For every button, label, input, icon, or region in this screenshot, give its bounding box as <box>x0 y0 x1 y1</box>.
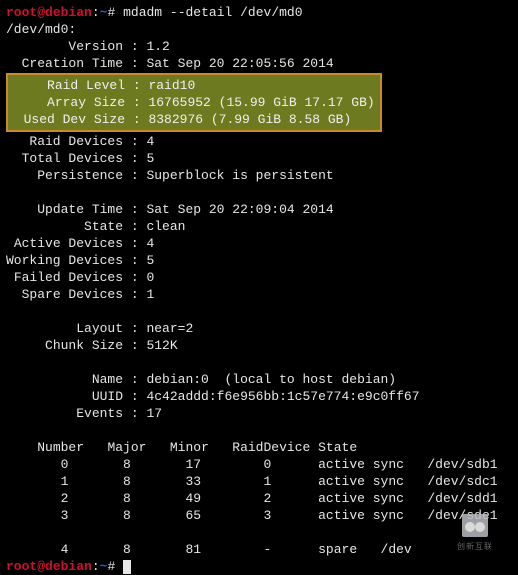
prompt-line-2[interactable]: root@debian:~# <box>6 558 512 575</box>
field-layout: Layout : near=2 <box>6 320 512 337</box>
table-row-spare: 4 8 81 - spare /dev <box>6 541 512 558</box>
watermark-icon <box>462 514 488 537</box>
field-persistence: Persistence : Superblock is persistent <box>6 167 512 184</box>
field-total-devices: Total Devices : 5 <box>6 150 512 167</box>
table-row: 3 8 65 3 active sync /dev/sde1 <box>6 507 512 524</box>
table-row: 1 8 33 1 active sync /dev/sdc1 <box>6 473 512 490</box>
field-update-time: Update Time : Sat Sep 20 22:09:04 2014 <box>6 201 512 218</box>
command-text: mdadm --detail /dev/md0 <box>123 5 302 20</box>
field-name: Name : debian:0 (local to host debian) <box>6 371 512 388</box>
device-line: /dev/md0: <box>6 21 512 38</box>
field-chunk-size: Chunk Size : 512K <box>6 337 512 354</box>
field-used-dev-size: Used Dev Size : 8382976 (7.99 GiB 8.58 G… <box>8 111 380 128</box>
highlighted-raid-info: Raid Level : raid10 Array Size : 1676595… <box>6 73 382 132</box>
field-active-devices: Active Devices : 4 <box>6 235 512 252</box>
field-state: State : clean <box>6 218 512 235</box>
field-uuid: UUID : 4c42addd:f6e956bb:1c57e774:e9c0ff… <box>6 388 512 405</box>
watermark-text: 创新互联 <box>457 539 493 556</box>
field-array-size: Array Size : 16765952 (15.99 GiB 17.17 G… <box>8 94 380 111</box>
field-failed-devices: Failed Devices : 0 <box>6 269 512 286</box>
prompt-host: debian <box>45 5 92 20</box>
field-spare-devices: Spare Devices : 1 <box>6 286 512 303</box>
cursor[interactable] <box>123 560 131 574</box>
prompt-user: root <box>6 5 37 20</box>
terminal-output: root@debian:~# mdadm --detail /dev/md0 /… <box>6 4 512 575</box>
device-table-header: Number Major Minor RaidDevice State <box>6 439 512 456</box>
field-raid-level: Raid Level : raid10 <box>8 77 380 94</box>
field-raid-devices: Raid Devices : 4 <box>6 133 512 150</box>
field-version: Version : 1.2 <box>6 38 512 55</box>
field-events: Events : 17 <box>6 405 512 422</box>
table-row: 0 8 17 0 active sync /dev/sdb1 <box>6 456 512 473</box>
table-row: 2 8 49 2 active sync /dev/sdd1 <box>6 490 512 507</box>
watermark-logo: 创新互联 <box>440 514 510 556</box>
prompt-line-1: root@debian:~# mdadm --detail /dev/md0 <box>6 4 512 21</box>
field-working-devices: Working Devices : 5 <box>6 252 512 269</box>
field-creation-time: Creation Time : Sat Sep 20 22:05:56 2014 <box>6 55 512 72</box>
